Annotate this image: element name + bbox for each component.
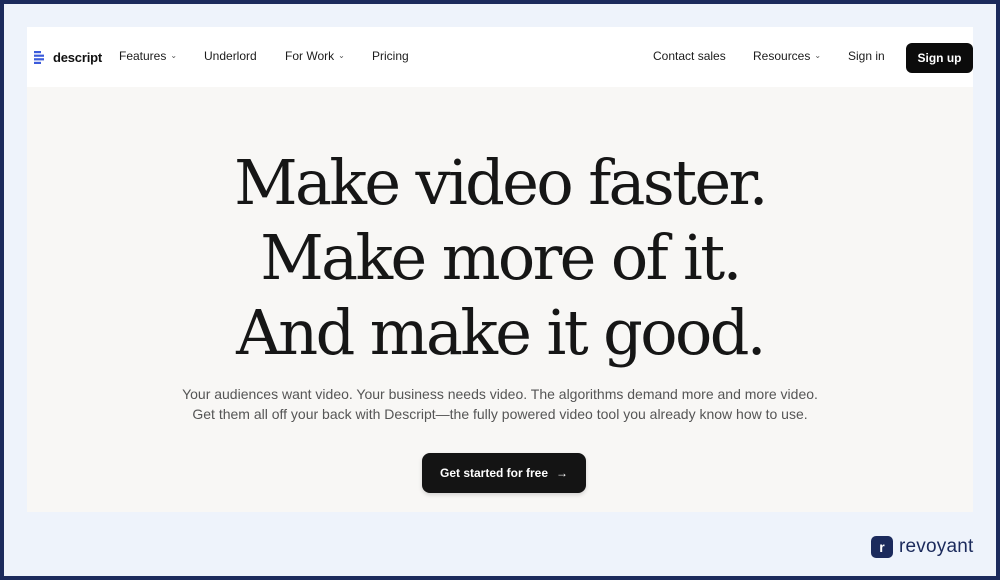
descript-landing-page: descript Features ⌄ Underlord For Work ⌄… xyxy=(27,27,973,512)
hero-headline-line: Make more of it. xyxy=(260,221,742,294)
revoyant-watermark: r revoyant xyxy=(871,535,973,559)
top-navigation-bar: descript Features ⌄ Underlord For Work ⌄… xyxy=(27,27,973,87)
nav-item-label: Underlord xyxy=(204,49,257,63)
revoyant-wordmark: revoyant xyxy=(899,536,974,557)
nav-item-for-work[interactable]: For Work ⌄ xyxy=(285,49,345,63)
chevron-down-icon: ⌄ xyxy=(170,50,178,60)
brand-name: descript xyxy=(53,49,102,65)
descript-logo-icon xyxy=(34,51,44,64)
nav-item-label: Resources xyxy=(753,49,811,63)
nav-item-label: Contact sales xyxy=(653,49,726,63)
nav-item-features[interactable]: Features ⌄ xyxy=(119,49,177,63)
nav-item-resources[interactable]: Resources ⌄ xyxy=(753,49,821,63)
arrow-right-icon: → xyxy=(556,466,569,480)
nav-item-label: Pricing xyxy=(372,49,409,63)
nav-item-underlord[interactable]: Underlord xyxy=(204,49,257,63)
hero-headline-line: And make it good. xyxy=(236,296,766,369)
get-started-button[interactable]: Get started for free → xyxy=(422,453,586,493)
hero-subtitle-line: Your audiences want video. Your business… xyxy=(182,386,818,402)
chevron-down-icon: ⌄ xyxy=(814,50,822,60)
hero-subtitle-line: Get them all off your back with Descript… xyxy=(192,406,808,422)
nav-item-contact-sales[interactable]: Contact sales xyxy=(653,49,726,63)
nav-item-label: Sign in xyxy=(848,49,885,63)
hero-headline: Make video faster. Make more of it. And … xyxy=(27,145,973,370)
nav-item-sign-in[interactable]: Sign in xyxy=(848,49,885,63)
get-started-label: Get started for free xyxy=(439,466,549,480)
hero-headline-line: Make video faster. xyxy=(234,146,768,219)
descript-logo[interactable]: descript xyxy=(34,48,102,66)
sign-up-button[interactable]: Sign up xyxy=(906,43,973,73)
nav-item-pricing[interactable]: Pricing xyxy=(372,49,409,63)
chevron-down-icon: ⌄ xyxy=(338,50,345,60)
nav-item-label: For Work xyxy=(285,49,335,63)
revoyant-logo-icon: r xyxy=(871,536,893,558)
nav-item-label: Features xyxy=(119,49,167,63)
hero-subtitle: Your audiences want video. Your business… xyxy=(27,384,973,424)
